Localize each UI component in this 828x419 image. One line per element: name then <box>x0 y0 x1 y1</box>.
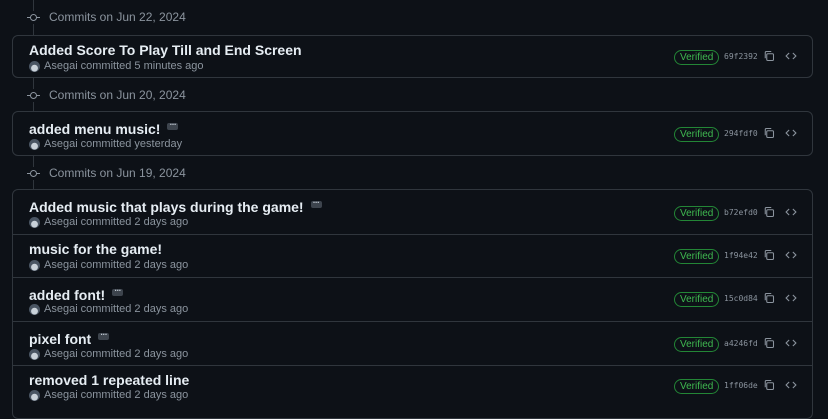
commit-sha-link[interactable]: 1f94e42 <box>724 251 758 260</box>
commit-sha-link[interactable]: 294fdf0 <box>724 129 758 138</box>
commit-title-link[interactable]: added font! <box>29 287 105 303</box>
commit-group-header: Commits on Jun 22, 2024 <box>27 6 186 28</box>
commit-author-link[interactable]: Asegai <box>44 389 78 401</box>
commit-title-link[interactable]: Added Score To Play Till and End Screen <box>29 42 302 58</box>
git-commit-icon <box>27 10 40 24</box>
commit-row: Added Score To Play Till and End Screen … <box>13 36 812 77</box>
avatar[interactable] <box>29 389 40 401</box>
copy-icon[interactable] <box>763 292 775 304</box>
commit-title-link[interactable]: music for the game! <box>29 241 162 257</box>
avatar[interactable] <box>29 259 40 271</box>
verified-badge[interactable]: Verified <box>674 50 720 65</box>
avatar[interactable] <box>29 303 40 315</box>
commit-row: music for the game! Asegai committed 2 d… <box>13 234 812 277</box>
commit-list: added menu music! ··· Asegai committed y… <box>12 111 813 156</box>
ellipsis-icon[interactable]: ··· <box>167 120 179 130</box>
code-icon[interactable] <box>785 292 797 304</box>
copy-icon[interactable] <box>763 206 775 218</box>
commit-time: committed yesterday <box>80 138 183 150</box>
commit-time: committed 5 minutes ago <box>80 60 204 72</box>
commit-list: Added Score To Play Till and End Screen … <box>12 35 813 78</box>
commit-author-link[interactable]: Asegai <box>44 216 78 228</box>
verified-badge[interactable]: Verified <box>674 337 720 352</box>
commit-group-header: Commits on Jun 20, 2024 <box>27 84 186 106</box>
commit-title-link[interactable]: added menu music! <box>29 121 160 137</box>
commit-group-date: Commits on Jun 22, 2024 <box>49 10 186 24</box>
code-icon[interactable] <box>785 249 797 261</box>
commit-author-link[interactable]: Asegai <box>44 303 78 315</box>
commit-group-date: Commits on Jun 20, 2024 <box>49 88 186 102</box>
commit-group-header: Commits on Jun 19, 2024 <box>27 162 186 184</box>
copy-icon[interactable] <box>763 50 775 62</box>
verified-badge[interactable]: Verified <box>674 206 720 221</box>
commit-sha-link[interactable]: a4246fd <box>724 339 758 348</box>
commit-sha-link[interactable]: 69f2392 <box>724 52 758 61</box>
commit-author-link[interactable]: Asegai <box>44 138 78 150</box>
commit-row: pixel font ··· Asegai committed 2 days a… <box>13 321 812 365</box>
copy-icon[interactable] <box>763 379 775 391</box>
copy-icon[interactable] <box>763 337 775 349</box>
ellipsis-icon[interactable]: ··· <box>310 198 322 208</box>
commit-sha-link[interactable]: 1ff06de <box>724 381 758 390</box>
commit-group-date: Commits on Jun 19, 2024 <box>49 166 186 180</box>
verified-badge[interactable]: Verified <box>674 292 720 307</box>
commit-row: removed 1 repeated line Asegai committed… <box>13 365 812 417</box>
code-icon[interactable] <box>785 337 797 349</box>
commit-author-link[interactable]: Asegai <box>44 60 78 72</box>
commit-row: added font! ··· Asegai committed 2 days … <box>13 277 812 321</box>
ellipsis-icon[interactable]: ··· <box>98 330 110 340</box>
commit-time: committed 2 days ago <box>80 216 189 228</box>
commit-row: Added music that plays during the game! … <box>13 190 812 234</box>
verified-badge[interactable]: Verified <box>674 249 720 264</box>
commit-author-link[interactable]: Asegai <box>44 348 78 360</box>
verified-badge[interactable]: Verified <box>674 379 720 394</box>
commit-list: Added music that plays during the game! … <box>12 189 813 419</box>
commit-row: added menu music! ··· Asegai committed y… <box>13 112 812 155</box>
commit-sha-link[interactable]: b72efd0 <box>724 208 758 217</box>
copy-icon[interactable] <box>763 249 775 261</box>
commit-title-link[interactable]: removed 1 repeated line <box>29 372 189 388</box>
git-commit-icon <box>27 166 40 180</box>
commit-title-link[interactable]: pixel font <box>29 331 91 347</box>
commit-sha-link[interactable]: 15c0d84 <box>724 294 758 303</box>
code-icon[interactable] <box>785 127 797 139</box>
code-icon[interactable] <box>785 206 797 218</box>
commit-title-link[interactable]: Added music that plays during the game! <box>29 199 304 215</box>
avatar[interactable] <box>29 60 40 72</box>
code-icon[interactable] <box>785 379 797 391</box>
commit-time: committed 2 days ago <box>80 348 189 360</box>
avatar[interactable] <box>29 348 40 360</box>
git-commit-icon <box>27 88 40 102</box>
code-icon[interactable] <box>785 50 797 62</box>
commit-time: committed 2 days ago <box>80 389 189 401</box>
commit-time: committed 2 days ago <box>80 259 189 271</box>
ellipsis-icon[interactable]: ··· <box>112 286 124 296</box>
avatar[interactable] <box>29 138 40 150</box>
verified-badge[interactable]: Verified <box>674 127 720 142</box>
commit-time: committed 2 days ago <box>80 303 189 315</box>
avatar[interactable] <box>29 216 40 228</box>
copy-icon[interactable] <box>763 127 775 139</box>
commit-author-link[interactable]: Asegai <box>44 259 78 271</box>
